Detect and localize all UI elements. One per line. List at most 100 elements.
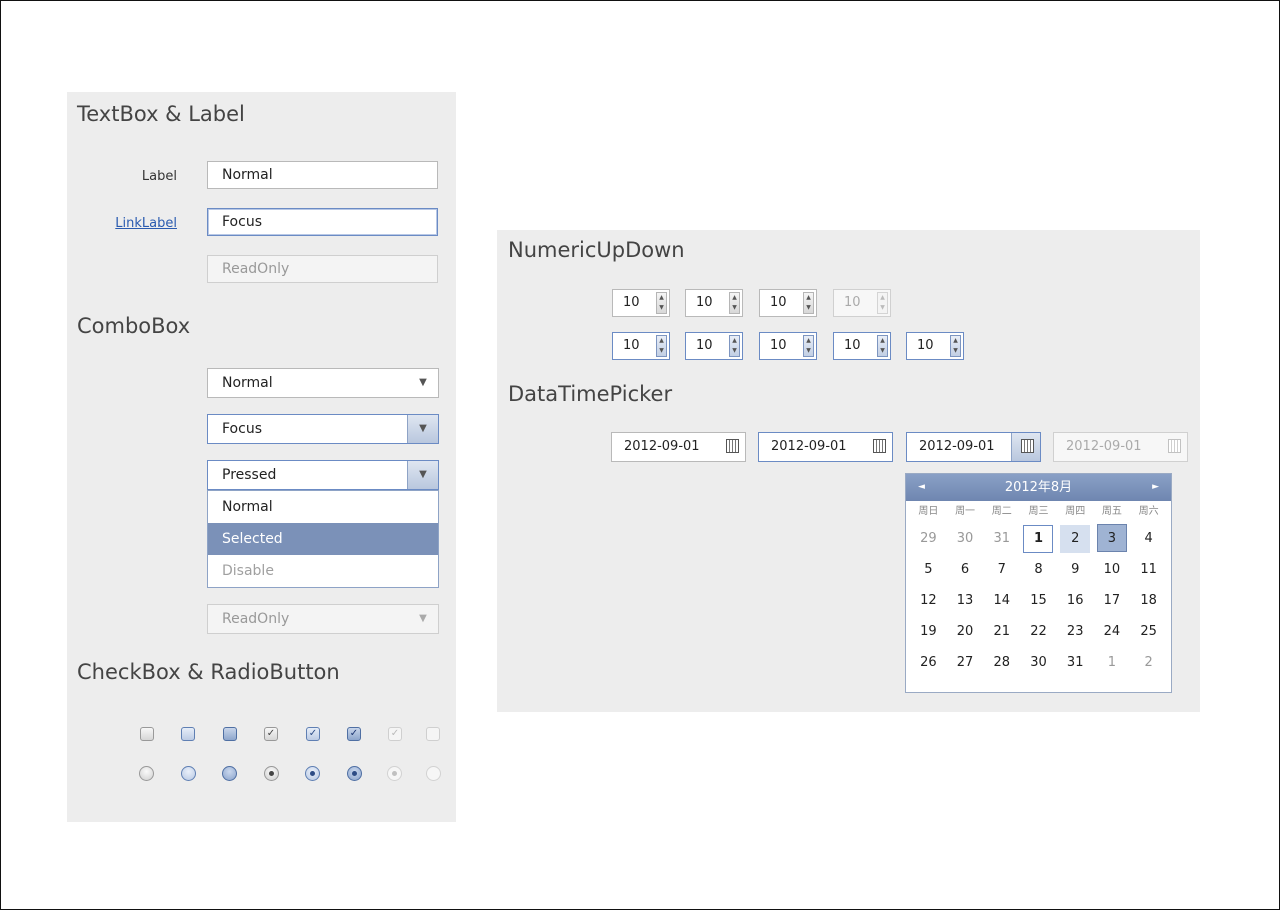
calendar-day[interactable]: 2 <box>1057 523 1094 554</box>
calendar-day[interactable]: 2 <box>1130 647 1167 678</box>
prev-month-icon[interactable]: ◄ <box>918 474 925 501</box>
spinner-icon[interactable]: ▲ ▼ <box>803 292 814 314</box>
calendar-day[interactable]: 26 <box>910 647 947 678</box>
calendar-day[interactable]: 22 <box>1020 616 1057 647</box>
calendar-day[interactable]: 1 <box>1020 523 1057 554</box>
calendar-day[interactable]: 6 <box>947 554 984 585</box>
numeric-focus[interactable]: 10 ▲ ▼ <box>612 332 670 360</box>
combobox-readonly-value: ReadOnly <box>222 611 290 627</box>
numeric-focus-hover[interactable]: 10 ▲ ▼ <box>685 332 743 360</box>
calendar-day[interactable]: 31 <box>1057 647 1094 678</box>
checkbox-normal[interactable] <box>140 727 154 741</box>
datetime-focus[interactable]: 2012-09-01 <box>758 432 893 462</box>
dropdown-item-normal[interactable]: Normal <box>208 491 438 523</box>
numeric-focus-down[interactable]: 10 ▲ ▼ <box>906 332 964 360</box>
numeric-focus-up[interactable]: 10 ▲ ▼ <box>833 332 891 360</box>
link-label[interactable]: LinkLabel <box>67 216 177 231</box>
calendar-day[interactable]: 13 <box>947 585 984 616</box>
calendar-day[interactable]: 8 <box>1020 554 1057 585</box>
calendar-day[interactable]: 21 <box>983 616 1020 647</box>
calendar-day[interactable]: 1 <box>1094 647 1131 678</box>
numeric-focus-pressed[interactable]: 10 ▲ ▼ <box>759 332 817 360</box>
calendar-day[interactable]: 27 <box>947 647 984 678</box>
calendar-day-label: 31 <box>993 531 1011 546</box>
radio-checked[interactable] <box>264 766 279 781</box>
calendar-month-label[interactable]: 2012年8月 <box>1005 480 1072 495</box>
calendar-day-label: 24 <box>1103 624 1121 639</box>
calendar-day[interactable]: 12 <box>910 585 947 616</box>
calendar-day[interactable]: 25 <box>1130 616 1167 647</box>
datetime-pressed[interactable]: 2012-09-01 <box>906 432 1041 462</box>
calendar-day[interactable]: 23 <box>1057 616 1094 647</box>
spinner-icon[interactable]: ▲ ▼ <box>803 335 814 357</box>
chevron-down-icon[interactable]: ▼ <box>407 461 438 489</box>
calendar-day[interactable]: 29 <box>910 523 947 554</box>
textbox-normal[interactable]: Normal <box>207 161 438 189</box>
calendar-day[interactable]: 10 <box>1094 554 1131 585</box>
radio-hover[interactable] <box>181 766 196 781</box>
radio-normal[interactable] <box>139 766 154 781</box>
combobox-focus[interactable]: Focus ▼ <box>207 414 439 444</box>
calendar-day-label: 15 <box>1030 593 1047 608</box>
calendar-day[interactable]: 31 <box>983 523 1020 554</box>
spinner-icon[interactable]: ▲ ▼ <box>656 335 667 357</box>
calendar-day[interactable]: 19 <box>910 616 947 647</box>
combobox-pressed[interactable]: Pressed ▼ <box>207 460 439 490</box>
checkbox-hover[interactable] <box>181 727 195 741</box>
textbox-focus[interactable]: Focus <box>207 208 438 236</box>
numeric-value: 10 <box>696 338 713 353</box>
radio-checked-disabled <box>387 766 402 781</box>
textbox-readonly[interactable]: ReadOnly <box>207 255 438 283</box>
checkbox-checked[interactable]: ✓ <box>264 727 278 741</box>
chevron-down-icon[interactable]: ▼ <box>407 415 438 443</box>
numeric-hover[interactable]: 10 ▲ ▼ <box>685 289 743 317</box>
calendar-day[interactable]: 9 <box>1057 554 1094 585</box>
calendar-day[interactable]: 30 <box>947 523 984 554</box>
dropdown-item-selected[interactable]: Selected <box>208 523 438 555</box>
checkbox-checked-hover[interactable]: ✓ <box>306 727 320 741</box>
calendar-day[interactable]: 5 <box>910 554 947 585</box>
calendar-icon[interactable] <box>1021 439 1034 453</box>
textbox-section-title: TextBox & Label <box>77 102 245 126</box>
spinner-icon[interactable]: ▲ ▼ <box>729 335 740 357</box>
checkbox-pressed[interactable] <box>223 727 237 741</box>
calendar-icon[interactable] <box>873 439 886 453</box>
calendar-day[interactable]: 30 <box>1020 647 1057 678</box>
chevron-down-icon[interactable]: ▼ <box>408 369 438 397</box>
calendar-day-label: 11 <box>1140 562 1157 577</box>
next-month-icon[interactable]: ► <box>1152 474 1159 501</box>
spinner-icon[interactable]: ▲ ▼ <box>950 335 961 357</box>
checkbox-section-title: CheckBox & RadioButton <box>77 660 340 684</box>
calendar-day[interactable]: 3 <box>1094 523 1131 554</box>
numeric-normal[interactable]: 10 ▲ ▼ <box>612 289 670 317</box>
calendar-day-label: 30 <box>956 531 974 546</box>
combobox-normal[interactable]: Normal ▼ <box>207 368 439 398</box>
calendar-day[interactable]: 16 <box>1057 585 1094 616</box>
datetime-normal[interactable]: 2012-09-01 <box>611 432 746 462</box>
calendar-day[interactable]: 24 <box>1094 616 1131 647</box>
calendar-day[interactable]: 4 <box>1130 523 1167 554</box>
spinner-icon[interactable]: ▲ ▼ <box>729 292 740 314</box>
spinner-icon[interactable]: ▲ ▼ <box>656 292 667 314</box>
spinner-icon[interactable]: ▲ ▼ <box>877 335 888 357</box>
checkbox-checked-pressed[interactable]: ✓ <box>347 727 361 741</box>
calendar-day[interactable]: 15 <box>1020 585 1057 616</box>
calendar-day[interactable]: 17 <box>1094 585 1131 616</box>
calendar-day[interactable]: 7 <box>983 554 1020 585</box>
calendar-day-label: 18 <box>1140 593 1157 608</box>
calendar-weekday: 周五 <box>1101 506 1122 517</box>
calendar-day[interactable]: 28 <box>983 647 1020 678</box>
combobox-readonly[interactable]: ReadOnly ▼ <box>207 604 439 634</box>
calendar-day[interactable]: 20 <box>947 616 984 647</box>
radio-pressed[interactable] <box>222 766 237 781</box>
calendar-day[interactable]: 14 <box>983 585 1020 616</box>
radio-checked-pressed[interactable] <box>347 766 362 781</box>
calendar-day-label: 19 <box>920 624 937 639</box>
calendar-day[interactable]: 11 <box>1130 554 1167 585</box>
calendar-icon[interactable] <box>726 439 739 453</box>
calendar-day[interactable]: 18 <box>1130 585 1167 616</box>
numeric-value: 10 <box>623 295 640 310</box>
radio-checked-hover[interactable] <box>305 766 320 781</box>
numeric-pressed[interactable]: 10 ▲ ▼ <box>759 289 817 317</box>
combobox-focus-value: Focus <box>222 421 262 437</box>
